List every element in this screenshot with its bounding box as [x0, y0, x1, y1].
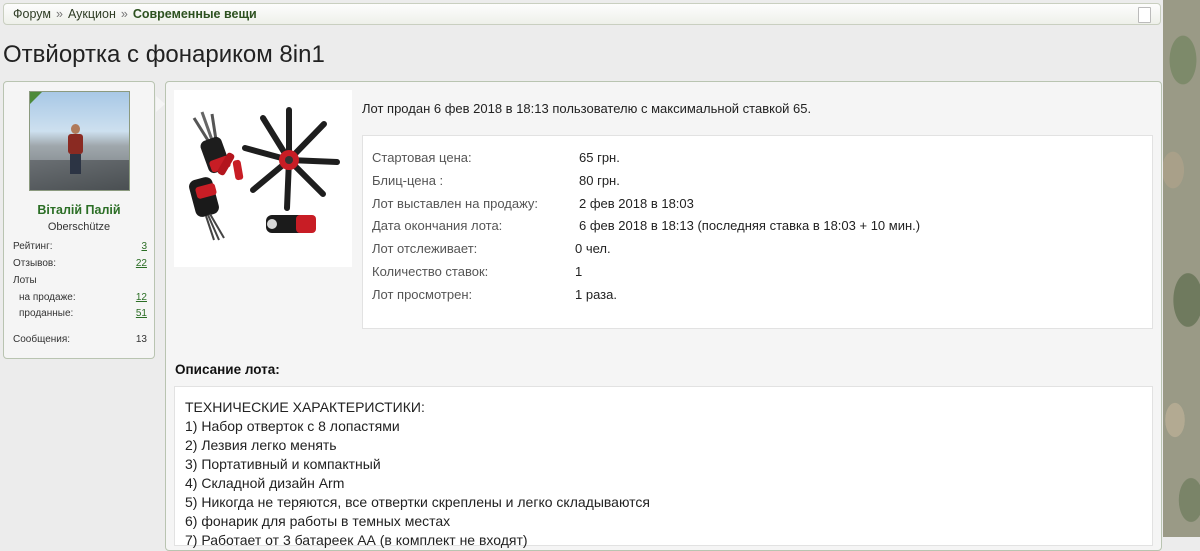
lot-row-value: 80 грн. [579, 173, 620, 188]
user-card: Віталій Палій Oberschütze Рейтинг: 3 Отз… [3, 81, 165, 359]
user-card-arrow [156, 96, 165, 112]
stat-rating-label: Рейтинг: [13, 241, 53, 252]
description-line: ТЕХНИЧЕСКИЕ ХАРАКТЕРИСТИКИ: [185, 399, 425, 415]
lot-sold-text: Лот продан 6 фев 2018 в 18:13 пользовате… [362, 101, 812, 116]
background-camo-strip [1163, 0, 1200, 537]
lot-row-label: Лот просмотрен: [372, 287, 473, 302]
lot-row-label: Лот выставлен на продажу: [372, 196, 539, 211]
user-name-link[interactable]: Віталій Палій [4, 203, 154, 217]
breadcrumb-separator: » [120, 7, 128, 21]
screwdriver-image [189, 107, 340, 241]
stat-sold: проданные: 51 [19, 308, 147, 319]
avatar[interactable] [29, 91, 130, 191]
lot-row-listed: Лот выставлен на продажу: 2 фев 2018 в 1… [372, 196, 694, 211]
description-line: 7) Работает от 3 батареек АА (в комплект… [185, 532, 528, 548]
stat-lots: Лоты [13, 275, 147, 286]
description-line: 3) Портативный и компактный [185, 456, 381, 472]
description-line: 6) фонарик для работы в темных местах [185, 513, 451, 529]
stat-messages-value: 13 [135, 334, 147, 345]
lot-row-watchers: Лот отслеживает: 0 чел. [372, 241, 611, 256]
breadcrumb-auction-link[interactable]: Аукцион [68, 7, 116, 21]
description-box: ТЕХНИЧЕСКИЕ ХАРАКТЕРИСТИКИ: 1) Набор отв… [174, 386, 1153, 548]
lot-row-label: Количество ставок: [372, 264, 489, 279]
stat-messages: Сообщения: 13 [13, 334, 147, 345]
lot-row-value: 1 [575, 264, 583, 279]
lot-row-label: Стартовая цена: [372, 150, 472, 165]
stat-on-sale-label: на продаже: [19, 292, 76, 303]
lot-details-box: Стартовая цена: 65 грн. Блиц-цена : 80 г… [362, 135, 1153, 329]
breadcrumb-forum-link[interactable]: Форум [13, 7, 51, 21]
stat-on-sale-value[interactable]: 12 [136, 292, 147, 303]
lot-row-value: 6 фев 2018 в 18:13 (последняя ставка в 1… [579, 218, 921, 233]
lot-row-value: 2 фев 2018 в 18:03 [579, 196, 694, 211]
stat-lots-label: Лоты [13, 275, 37, 286]
description-line: 4) Складной дизайн Arm [185, 475, 345, 491]
lot-row-bids: Количество ставок: 1 [372, 264, 582, 279]
lot-row-start-price: Стартовая цена: 65 грн. [372, 150, 620, 165]
stat-reviews: Отзывов: 22 [13, 258, 147, 269]
lot-row-value: 65 грн. [579, 150, 620, 165]
breadcrumb-current-link[interactable]: Современные вещи [133, 7, 257, 21]
product-image[interactable] [174, 90, 352, 267]
page-title: Отвйортка с фонариком 8in1 [3, 41, 325, 68]
stat-reviews-label: Отзывов: [13, 258, 56, 269]
lot-row-blitz-price: Блиц-цена : 80 грн. [372, 173, 620, 188]
stat-on-sale: на продаже: 12 [19, 292, 147, 303]
description-line: 2) Лезвия легко менять [185, 437, 337, 453]
stat-sold-label: проданные: [19, 308, 74, 319]
description-heading: Описание лота: [175, 362, 280, 377]
lot-row-label: Лот отслеживает: [372, 241, 478, 256]
page-icon[interactable] [1138, 7, 1151, 23]
online-corner-icon [30, 92, 42, 104]
breadcrumb-separator: » [55, 7, 63, 21]
lot-row-end-date: Дата окончания лота: 6 фев 2018 в 18:13 … [372, 218, 920, 233]
lot-row-label: Дата окончания лота: [372, 218, 503, 233]
lot-row-value: 1 раза. [575, 287, 617, 302]
user-rank: Oberschütze [47, 221, 111, 233]
lot-row-value: 0 чел. [575, 241, 611, 256]
stat-reviews-value[interactable]: 22 [136, 258, 147, 269]
description-line: 1) Набор отверток с 8 лопастями [185, 418, 400, 434]
stat-rating-value[interactable]: 3 [141, 241, 147, 252]
lot-row-label: Блиц-цена : [372, 173, 444, 188]
stat-messages-label: Сообщения: [13, 334, 71, 345]
stat-sold-value[interactable]: 51 [136, 308, 147, 319]
description-line: 5) Никогда не теряются, все отвертки скр… [185, 494, 650, 510]
avatar-person [68, 124, 83, 174]
lot-row-views: Лот просмотрен: 1 раза. [372, 287, 617, 302]
stat-rating: Рейтинг: 3 [13, 241, 147, 252]
breadcrumb: Форум » Аукцион » Современные вещи [3, 3, 1161, 25]
